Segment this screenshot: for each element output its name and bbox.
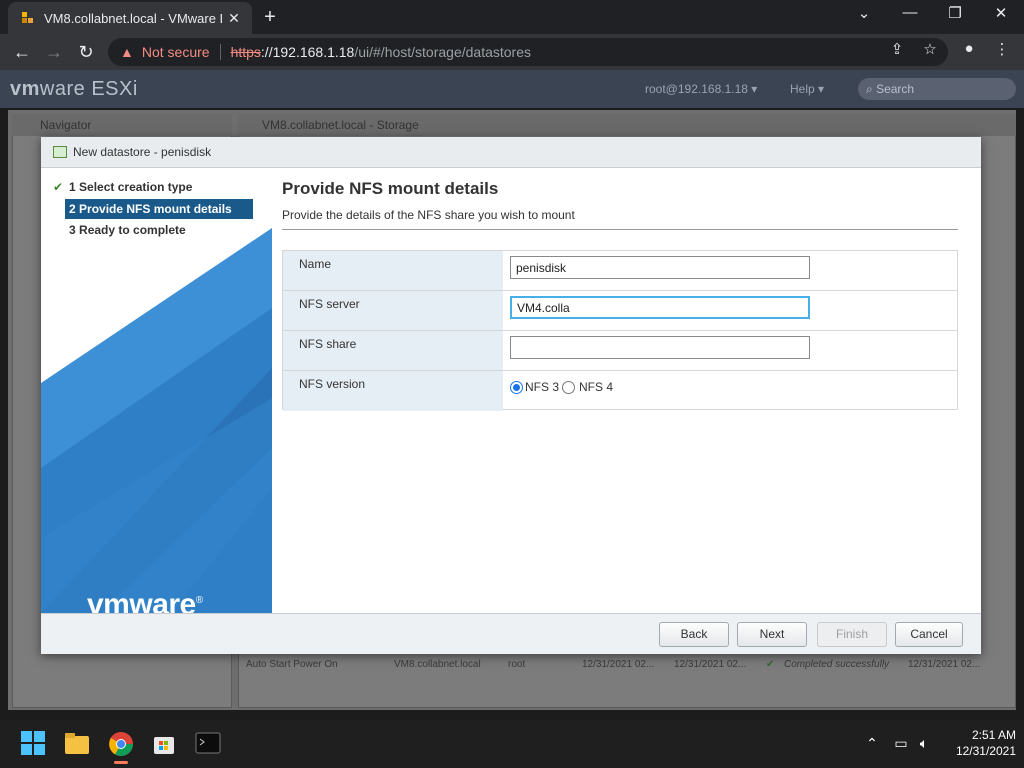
nfs4-radio[interactable]	[562, 380, 576, 394]
start-windows-icon[interactable]	[20, 730, 48, 758]
clock-date: 12/31/2021	[955, 744, 1016, 758]
browser-tab[interactable]: VM8.collabnet.local - VMware ESXi ✕	[8, 2, 252, 34]
nfs3-radio[interactable]	[510, 380, 523, 394]
name-field[interactable]	[510, 256, 810, 279]
url-path: /ui/#/host/storage/datastores	[354, 44, 532, 60]
nfs-share-label: NFS share	[283, 331, 503, 370]
success-check-icon: ✔	[766, 659, 775, 670]
nfs-form: Name NFS server NFS share NFS version NF…	[282, 250, 958, 411]
url-scheme: https	[230, 44, 261, 60]
address-bar[interactable]: ▲ Not secure https://192.168.1.18/ui/#/h…	[108, 38, 948, 66]
share-icon[interactable]: ⇪	[885, 40, 909, 58]
vmware-logo: vmware®	[87, 588, 203, 613]
task-result: Completed successfully	[784, 659, 890, 670]
esxi-search-input[interactable]: ⌕ Search	[858, 78, 1016, 100]
volume-icon[interactable]: 🔈︎	[914, 735, 934, 752]
back-arrow-icon[interactable]: ←	[10, 40, 34, 64]
task-started: 12/31/2021 02...	[674, 659, 747, 670]
nfs-version-radio-group: NFS 3 NFS 4	[510, 380, 613, 394]
bookmark-star-icon[interactable]: ☆	[918, 40, 942, 58]
nfs-server-field[interactable]	[510, 296, 810, 319]
form-row-nfs-server: NFS server	[283, 291, 957, 331]
esxi-logo: vmware ESXi	[10, 78, 138, 100]
wizard-sidebar: ✔ 1 Select creation type 2 Provide NFS m…	[41, 168, 272, 613]
form-row-nfs-share: NFS share	[283, 331, 957, 371]
divider	[282, 229, 958, 230]
favicon-icon	[22, 12, 34, 24]
nfs-server-label: NFS server	[283, 291, 503, 330]
nfs-version-label: NFS version	[283, 371, 503, 411]
task-completed: 12/31/2021 02...	[908, 659, 981, 670]
clock-time: 2:51 AM	[971, 728, 1016, 742]
tab-title: VM8.collabnet.local - VMware ESXi	[44, 10, 222, 26]
profile-icon[interactable]: ●	[957, 40, 981, 57]
step-provide-nfs-details: 2 Provide NFS mount details	[65, 199, 253, 219]
step-select-creation-type: ✔ 1 Select creation type	[53, 177, 253, 197]
dialog-footer: Back Next Finish Cancel	[41, 613, 981, 654]
task-initiator: root	[508, 659, 526, 670]
tab-search-icon[interactable]: ⌄	[849, 4, 879, 22]
system-clock[interactable]: 2:51 AM 12/31/2021	[946, 727, 1016, 759]
menu-kebab-icon[interactable]: ⋮	[990, 40, 1014, 58]
close-window-button[interactable]: ✕	[986, 4, 1016, 22]
new-datastore-dialog: New datastore - penisdisk ✔ 1 Select cre…	[41, 137, 981, 654]
task-target: VM8.collabnet.local	[394, 659, 481, 670]
back-button[interactable]: Back	[659, 622, 729, 647]
step-ready-to-complete: 3 Ready to complete	[69, 223, 186, 237]
page-title: Provide NFS mount details	[282, 179, 499, 198]
task-name: Auto Start Power On	[246, 659, 338, 670]
help-menu[interactable]: Help ▾	[790, 82, 824, 96]
tray-chevron-icon[interactable]: ⌃	[862, 735, 882, 752]
reload-icon[interactable]: ↻	[74, 40, 98, 64]
active-app-indicator	[114, 761, 128, 764]
navigator-title: Navigator	[12, 114, 232, 136]
chrome-icon[interactable]	[107, 730, 135, 758]
user-menu[interactable]: root@192.168.1.18 ▾	[645, 82, 757, 96]
network-icon[interactable]: ▭	[891, 735, 911, 752]
datastore-icon	[53, 146, 67, 158]
nfs-share-field[interactable]	[510, 336, 810, 359]
cancel-button[interactable]: Cancel	[895, 622, 963, 647]
file-explorer-icon[interactable]	[64, 730, 92, 758]
new-tab-button[interactable]: +	[260, 6, 280, 29]
address-separator	[219, 44, 221, 60]
form-row-nfs-version: NFS version NFS 3 NFS 4	[283, 371, 957, 411]
storage-panel-title: VM8.collabnet.local - Storage	[238, 114, 1016, 136]
security-label[interactable]: Not secure	[142, 44, 210, 60]
tab-close-icon[interactable]: ✕	[222, 10, 246, 27]
page-subtitle: Provide the details of the NFS share you…	[282, 208, 575, 222]
minimize-button[interactable]: —	[895, 4, 925, 21]
task-row[interactable]: Auto Start Power On VM8.collabnet.local …	[240, 655, 1010, 675]
dialog-title: New datastore - penisdisk	[73, 145, 212, 159]
dialog-header: New datastore - penisdisk	[41, 137, 981, 168]
nfs4-label[interactable]: NFS 4	[579, 380, 613, 394]
finish-button[interactable]: Finish	[817, 622, 887, 647]
terminal-icon[interactable]	[195, 730, 223, 758]
task-queued: 12/31/2021 02...	[582, 659, 655, 670]
nfs3-label[interactable]: NFS 3	[525, 380, 559, 394]
check-icon: ✔	[53, 180, 64, 194]
name-label: Name	[283, 251, 503, 290]
warning-icon[interactable]: ▲	[120, 44, 134, 60]
forward-arrow-icon[interactable]: →	[42, 40, 66, 64]
store-icon[interactable]	[151, 730, 179, 758]
wizard-content: Provide NFS mount details Provide the de…	[272, 168, 981, 613]
url-host: ://192.168.1.18	[260, 44, 355, 60]
next-button[interactable]: Next	[737, 622, 807, 647]
form-row-name: Name	[283, 251, 957, 291]
maximize-button[interactable]: ❐	[940, 4, 970, 22]
